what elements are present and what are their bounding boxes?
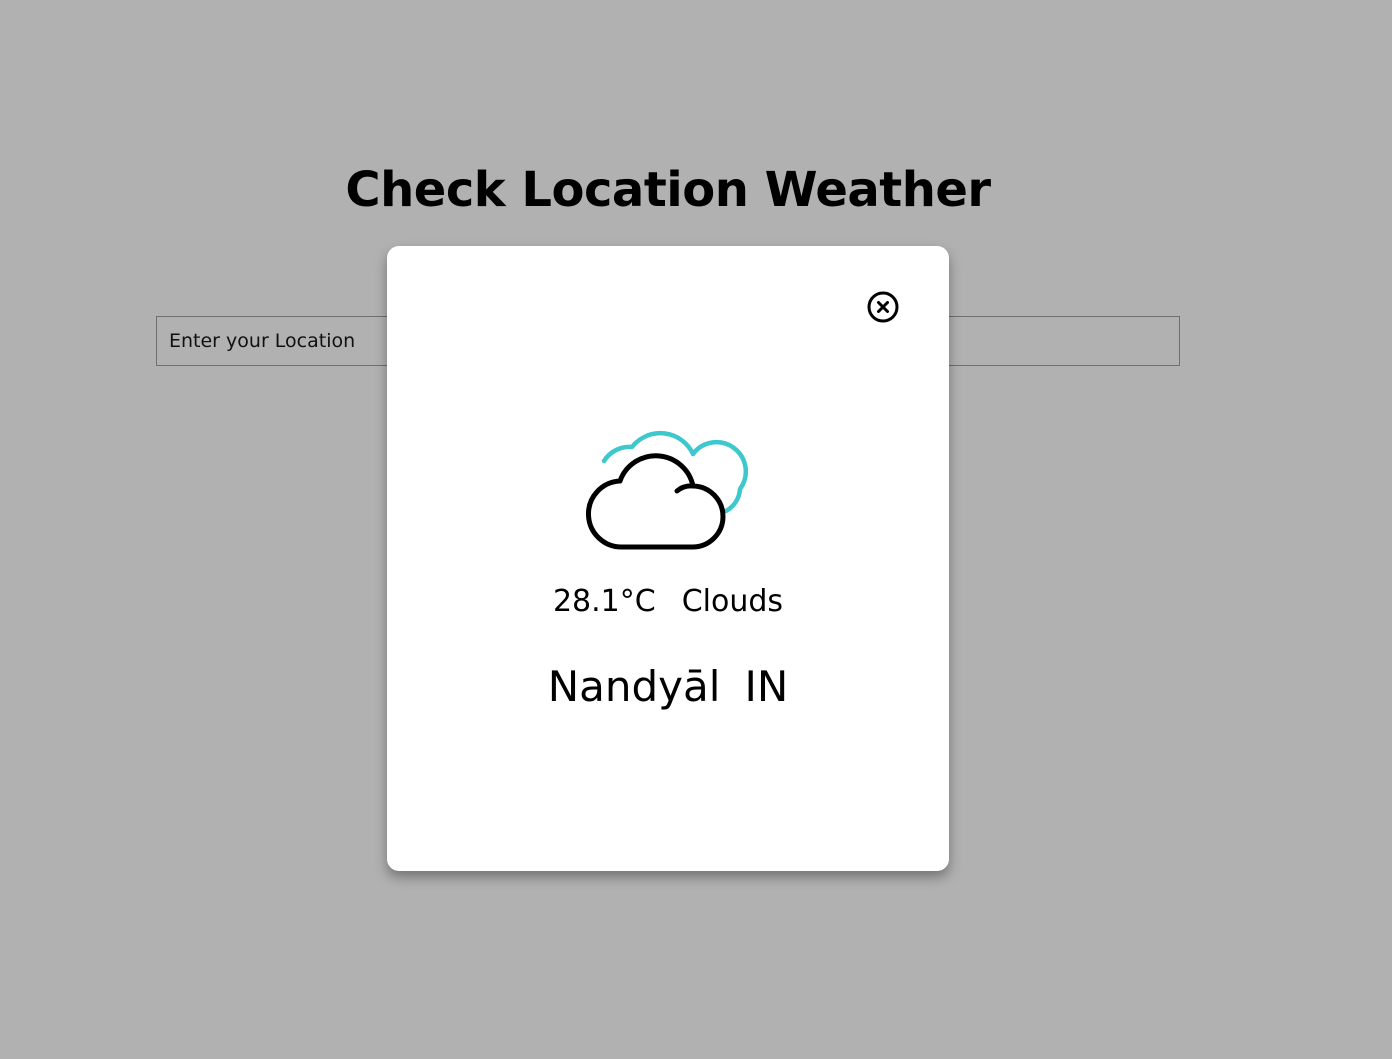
location-row: Nandyāl IN: [387, 659, 949, 715]
temperature-value: 28.1°C: [552, 584, 656, 619]
weather-modal: 28.1°C Clouds Nandyāl IN: [387, 246, 949, 871]
close-button[interactable]: [866, 290, 900, 324]
city-name: Nandyāl: [547, 662, 721, 711]
close-circle-icon[interactable]: [866, 290, 900, 324]
page-title: Check Location Weather: [345, 162, 991, 218]
country-code: IN: [744, 662, 789, 711]
temperature-row: 28.1°C Clouds: [387, 582, 949, 622]
clouds-icon: [586, 430, 748, 550]
weather-condition: Clouds: [681, 584, 784, 619]
